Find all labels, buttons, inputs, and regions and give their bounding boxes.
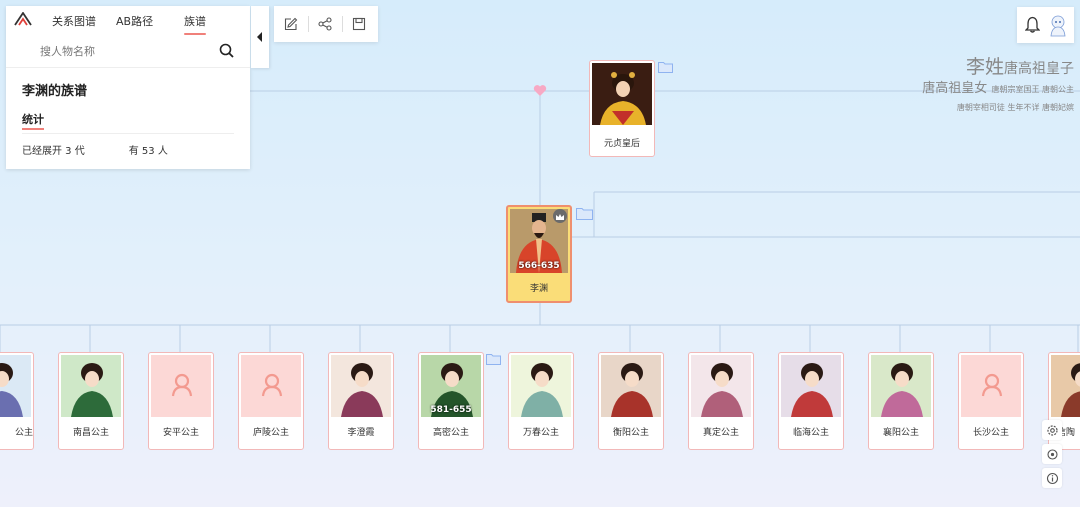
child-card[interactable]: 临海公主 bbox=[778, 352, 844, 450]
stats-label: 统计 bbox=[22, 113, 44, 130]
child-card[interactable]: 安平公主 bbox=[148, 352, 214, 450]
stats-row: 已经展开 3 代 有 53 人 bbox=[22, 142, 234, 157]
portrait-image bbox=[0, 355, 31, 417]
crown-icon bbox=[553, 209, 567, 223]
search-bar bbox=[6, 34, 250, 68]
portrait-image bbox=[592, 63, 652, 125]
search-panel: 关系图谱 AB路径 族谱 李渊的族谱 统计 已经展开 3 代 有 53 人 bbox=[6, 6, 250, 169]
person-name: 真定公主 bbox=[702, 428, 739, 438]
locate-button[interactable] bbox=[1042, 444, 1062, 464]
tab-ab-path[interactable]: AB路径 bbox=[116, 13, 153, 29]
save-button[interactable] bbox=[342, 6, 376, 42]
person-name: 长沙公主 bbox=[972, 428, 1009, 438]
portrait-image bbox=[691, 355, 751, 417]
share-button[interactable] bbox=[308, 6, 342, 42]
portrait-image bbox=[511, 355, 571, 417]
portrait-image: 581-655 bbox=[421, 355, 481, 417]
default-avatar bbox=[961, 355, 1021, 417]
heart-icon bbox=[533, 85, 547, 96]
person-name: 庐陵公主 bbox=[252, 428, 289, 438]
edit-button[interactable] bbox=[274, 6, 308, 42]
person-name: 安平公主 bbox=[162, 428, 199, 438]
person-name: 万春公主 bbox=[522, 428, 559, 438]
folder-icon[interactable] bbox=[486, 353, 501, 365]
watermark-line-3: 唐朝宰相司徒 生年不详 唐朝妃嫔 bbox=[956, 103, 1074, 112]
person-name: 李渊 bbox=[529, 284, 548, 294]
default-avatar bbox=[151, 355, 211, 417]
child-card[interactable]: 南昌公主 bbox=[58, 352, 124, 450]
child-card[interactable]: 公主 bbox=[0, 352, 34, 450]
side-tools bbox=[1042, 420, 1062, 492]
person-name: 公主 bbox=[14, 428, 33, 438]
folder-icon[interactable] bbox=[658, 61, 673, 73]
expanded-generations: 已经展开 3 代 bbox=[22, 146, 85, 157]
save-icon bbox=[352, 17, 366, 31]
search-input[interactable] bbox=[40, 41, 210, 61]
tab-relationship-graph[interactable]: 关系图谱 bbox=[52, 13, 96, 29]
info-button[interactable] bbox=[1042, 468, 1062, 488]
search-icon[interactable] bbox=[219, 43, 234, 58]
person-name: 高密公主 bbox=[432, 428, 469, 438]
portrait-image bbox=[781, 355, 841, 417]
bell-icon[interactable] bbox=[1025, 16, 1040, 33]
divider bbox=[22, 133, 234, 134]
child-card[interactable]: 长沙公主 bbox=[958, 352, 1024, 450]
tab-genealogy[interactable]: 族谱 bbox=[184, 13, 206, 35]
person-name: 元贞皇后 bbox=[603, 139, 640, 149]
person-name: 襄阳公主 bbox=[882, 428, 919, 438]
person-count: 有 53 人 bbox=[128, 146, 168, 157]
person-name: 衡阳公主 bbox=[612, 428, 649, 438]
child-card[interactable]: 襄阳公主 bbox=[868, 352, 934, 450]
default-avatar bbox=[241, 355, 301, 417]
share-icon bbox=[318, 17, 332, 31]
folder-icon[interactable] bbox=[576, 207, 593, 220]
logo-icon bbox=[14, 12, 32, 26]
child-card[interactable]: 李澄霞 bbox=[328, 352, 394, 450]
avatar-icon[interactable] bbox=[1048, 13, 1068, 37]
nav-tabs: 关系图谱 AB路径 族谱 bbox=[6, 6, 250, 35]
child-card[interactable]: 衡阳公主 bbox=[598, 352, 664, 450]
locate-icon bbox=[1046, 448, 1058, 460]
settings-icon bbox=[1046, 424, 1058, 436]
toolbar bbox=[274, 6, 378, 42]
collapse-panel-button[interactable] bbox=[251, 6, 269, 68]
child-card[interactable]: 581-655 高密公主 bbox=[418, 352, 484, 450]
collapse-icon bbox=[257, 32, 262, 42]
portrait-image bbox=[1051, 355, 1080, 417]
spouse-card[interactable]: 元贞皇后 bbox=[589, 60, 655, 157]
info-icon bbox=[1046, 472, 1058, 484]
portrait-image bbox=[871, 355, 931, 417]
person-name: 李澄霞 bbox=[347, 428, 375, 438]
lifespan-label: 566-635 bbox=[518, 261, 560, 271]
watermark-line-1: 李姓唐高祖皇子 bbox=[965, 56, 1074, 78]
portrait-image bbox=[61, 355, 121, 417]
edit-icon bbox=[284, 17, 298, 31]
portrait-image bbox=[601, 355, 661, 417]
portrait-image bbox=[331, 355, 391, 417]
child-card[interactable]: 万春公主 bbox=[508, 352, 574, 450]
child-card[interactable]: 庐陵公主 bbox=[238, 352, 304, 450]
info-section: 李渊的族谱 统计 已经展开 3 代 有 53 人 bbox=[6, 68, 250, 169]
child-card[interactable]: 真定公主 bbox=[688, 352, 754, 450]
person-name: 南昌公主 bbox=[72, 428, 109, 438]
user-box bbox=[1017, 7, 1074, 43]
person-name: 临海公主 bbox=[792, 428, 829, 438]
watermark-line-2: 唐高祖皇女 唐朝宗室国王 唐朝公主 bbox=[922, 81, 1074, 96]
settings-button[interactable] bbox=[1042, 420, 1062, 440]
lifespan-label: 581-655 bbox=[430, 405, 472, 415]
family-title: 李渊的族谱 bbox=[22, 84, 88, 99]
